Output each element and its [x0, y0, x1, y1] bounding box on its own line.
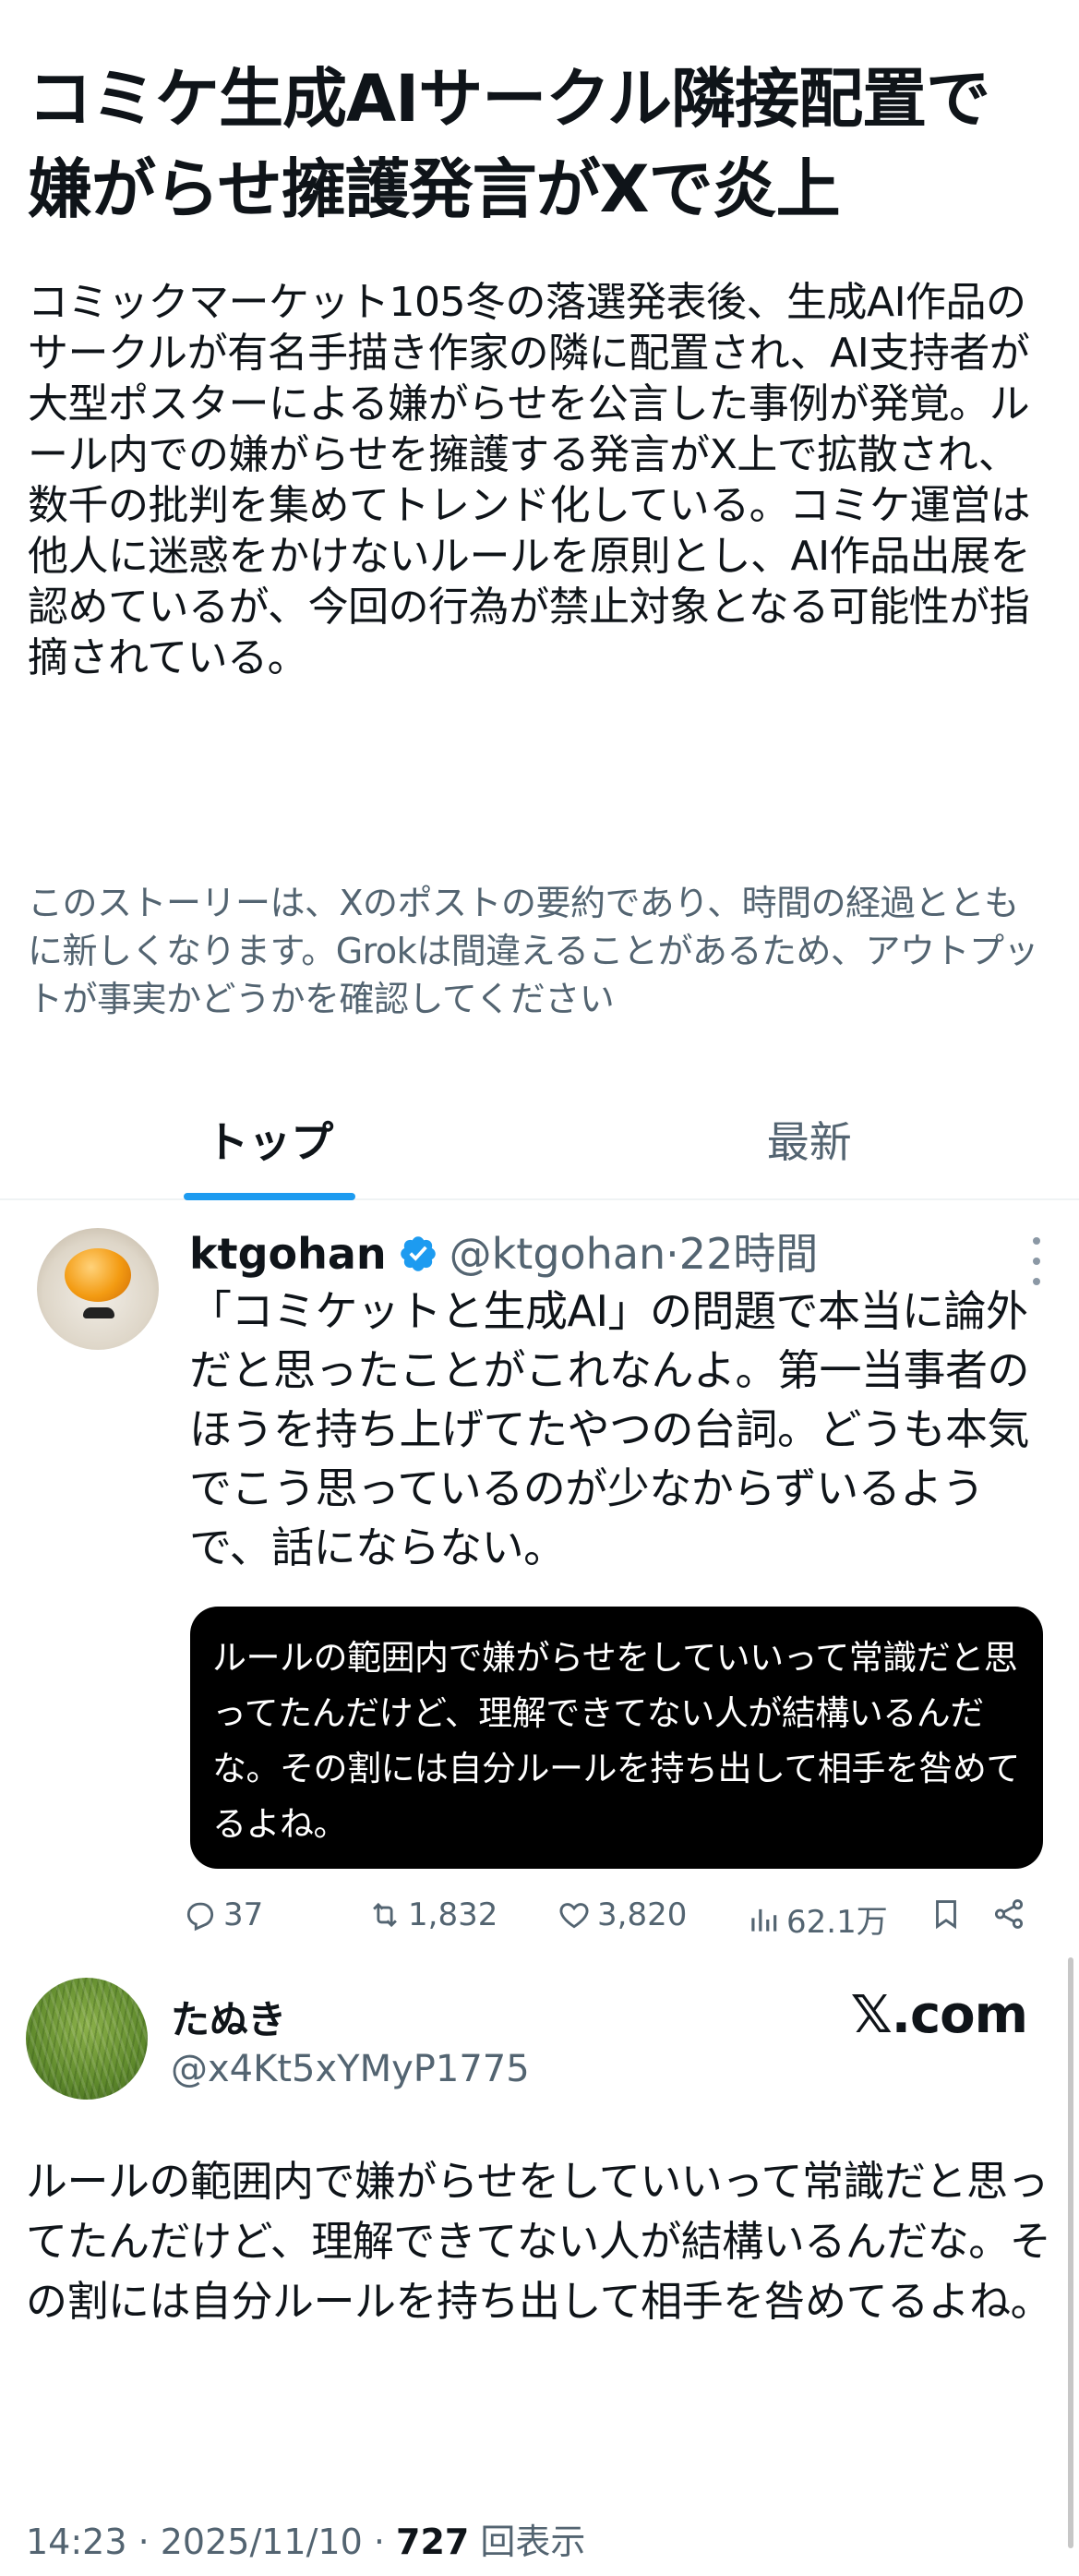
post-time[interactable]: 22時間 [679, 1226, 819, 1282]
like-count: 3,820 [597, 1896, 688, 1933]
reply-icon [186, 1902, 214, 1932]
post-header: ktgohan @ktgohan · 22時間 [189, 1226, 818, 1282]
repost-icon [373, 1902, 397, 1928]
post-text: 「コミケットと生成AI」の問題で本当に論外だと思ったことがこれなんよ。第一当事者… [189, 1286, 1030, 1572]
bookmark-button[interactable] [929, 1896, 969, 1932]
meta-separator: · [665, 1229, 679, 1279]
attached-image[interactable]: ルールの範囲内で嫌がらせをしていいって常識だと思ってたんだけど、理解できてない人… [190, 1607, 1043, 1869]
reply-button[interactable]: 37 [183, 1896, 263, 1933]
embedded-post-view-count: 727 [396, 2522, 470, 2562]
share-icon [994, 1899, 1024, 1929]
story-summary: コミックマーケット105冬の落選発表後、生成AI作品のサークルが有名手描き作家の… [28, 279, 1031, 681]
post[interactable]: ktgohan @ktgohan · 22時間 「コミケットと生成AI」の問題で… [0, 1200, 1079, 1941]
tab-top[interactable]: トップ [0, 1080, 540, 1200]
share-button[interactable] [991, 1896, 1032, 1932]
egg-yolk-graphic [65, 1248, 131, 1302]
views-button[interactable]: 62.1万 [746, 1896, 888, 1942]
embedded-post-text: ルールの範囲内で嫌がらせをしていいって常識だと思ってたんだけど、理解できてない人… [26, 2157, 1052, 2326]
tab-latest[interactable]: 最新 [540, 1080, 1079, 1198]
repost-button[interactable]: 1,832 [367, 1896, 498, 1933]
heart-icon [559, 1903, 589, 1929]
active-tab-indicator [184, 1193, 356, 1200]
embedded-post-screenshot: たぬき @x4Kt5xYMyP1775 𝕏.com ルールの範囲内で嫌がらせをし… [0, 1956, 1079, 2576]
embedded-author-name: たぬき [171, 1997, 287, 2042]
repost-count: 1,832 [408, 1896, 498, 1933]
embedded-post-datetime: 14:23 · 2025/11/10 · [26, 2522, 397, 2562]
story-title: コミケ生成AIサークル隣接配置で嫌がらせ擁護発言がXで炎上 [28, 61, 990, 227]
author-name[interactable]: ktgohan [189, 1226, 387, 1282]
tab-latest-label: 最新 [766, 1117, 852, 1167]
avatar[interactable] [37, 1228, 159, 1350]
avatar [26, 1978, 148, 2100]
verified-badge-icon [400, 1236, 436, 1271]
like-button[interactable]: 3,820 [557, 1896, 687, 1933]
action-bar: 37 1,832 3,820 62.1万 [183, 1896, 1050, 1946]
author-handle[interactable]: @ktgohan [450, 1226, 666, 1282]
grok-disclaimer: このストーリーは、Xのポストの要約であり、時間の経過とともに新しくなります。Gr… [28, 883, 1039, 1019]
view-count: 62.1万 [786, 1904, 888, 1941]
embedded-post-meta: 14:23 · 2025/11/10 · 727 回表示 [26, 2513, 585, 2564]
attached-image-text: ルールの範囲内で嫌がらせをしていいって常識だと思ってたんだけど、理解できてない人… [212, 1638, 1020, 1844]
story-tabs: トップ 最新 [0, 1080, 1079, 1200]
embedded-post-views-label: 回表示 [469, 2522, 586, 2562]
embedded-author-handle: @x4Kt5xYMyP1775 [171, 2048, 530, 2090]
mustache-graphic [83, 1307, 114, 1318]
bookmark-icon [936, 1900, 956, 1930]
x-logo: 𝕏.com [850, 1985, 1028, 2045]
reply-count: 37 [223, 1896, 264, 1933]
views-icon [751, 1908, 777, 1932]
tab-top-label: トップ [206, 1117, 334, 1167]
